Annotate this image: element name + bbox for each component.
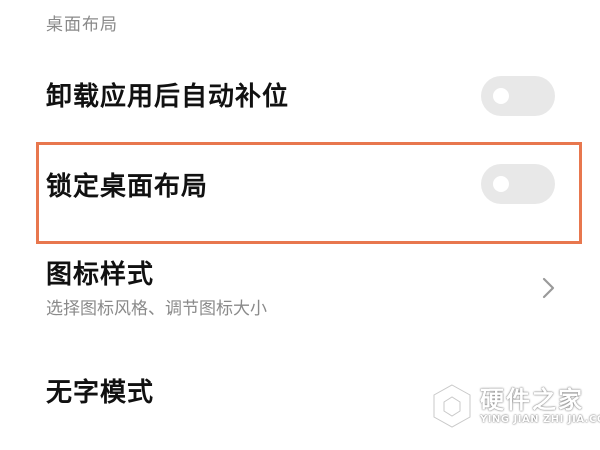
watermark-title: 硬件之家: [480, 386, 584, 414]
setting-description-icon-style: 选择图标风格、调节图标大小: [46, 299, 267, 319]
watermark: 硬件之家 YING JIAN ZHI JIA.COM: [430, 378, 600, 440]
highlight-annotation-box: [36, 142, 582, 244]
chevron-right-icon: [542, 277, 555, 299]
toggle-switch-auto-fill[interactable]: [481, 76, 555, 116]
watermark-logo-icon: [432, 383, 472, 429]
setting-row-icon-style[interactable]: 图标样式 选择图标风格、调节图标大小: [0, 252, 600, 324]
toggle-knob: [493, 88, 509, 104]
setting-row-auto-fill[interactable]: 卸载应用后自动补位: [0, 68, 600, 128]
setting-label-no-text-mode: 无字模式: [46, 378, 155, 408]
setting-label-auto-fill: 卸载应用后自动补位: [46, 82, 290, 112]
watermark-subtitle: YING JIAN ZHI JIA.COM: [480, 414, 600, 425]
section-header-desktop-layout: 桌面布局: [46, 15, 118, 35]
setting-label-icon-style: 图标样式: [46, 260, 155, 290]
